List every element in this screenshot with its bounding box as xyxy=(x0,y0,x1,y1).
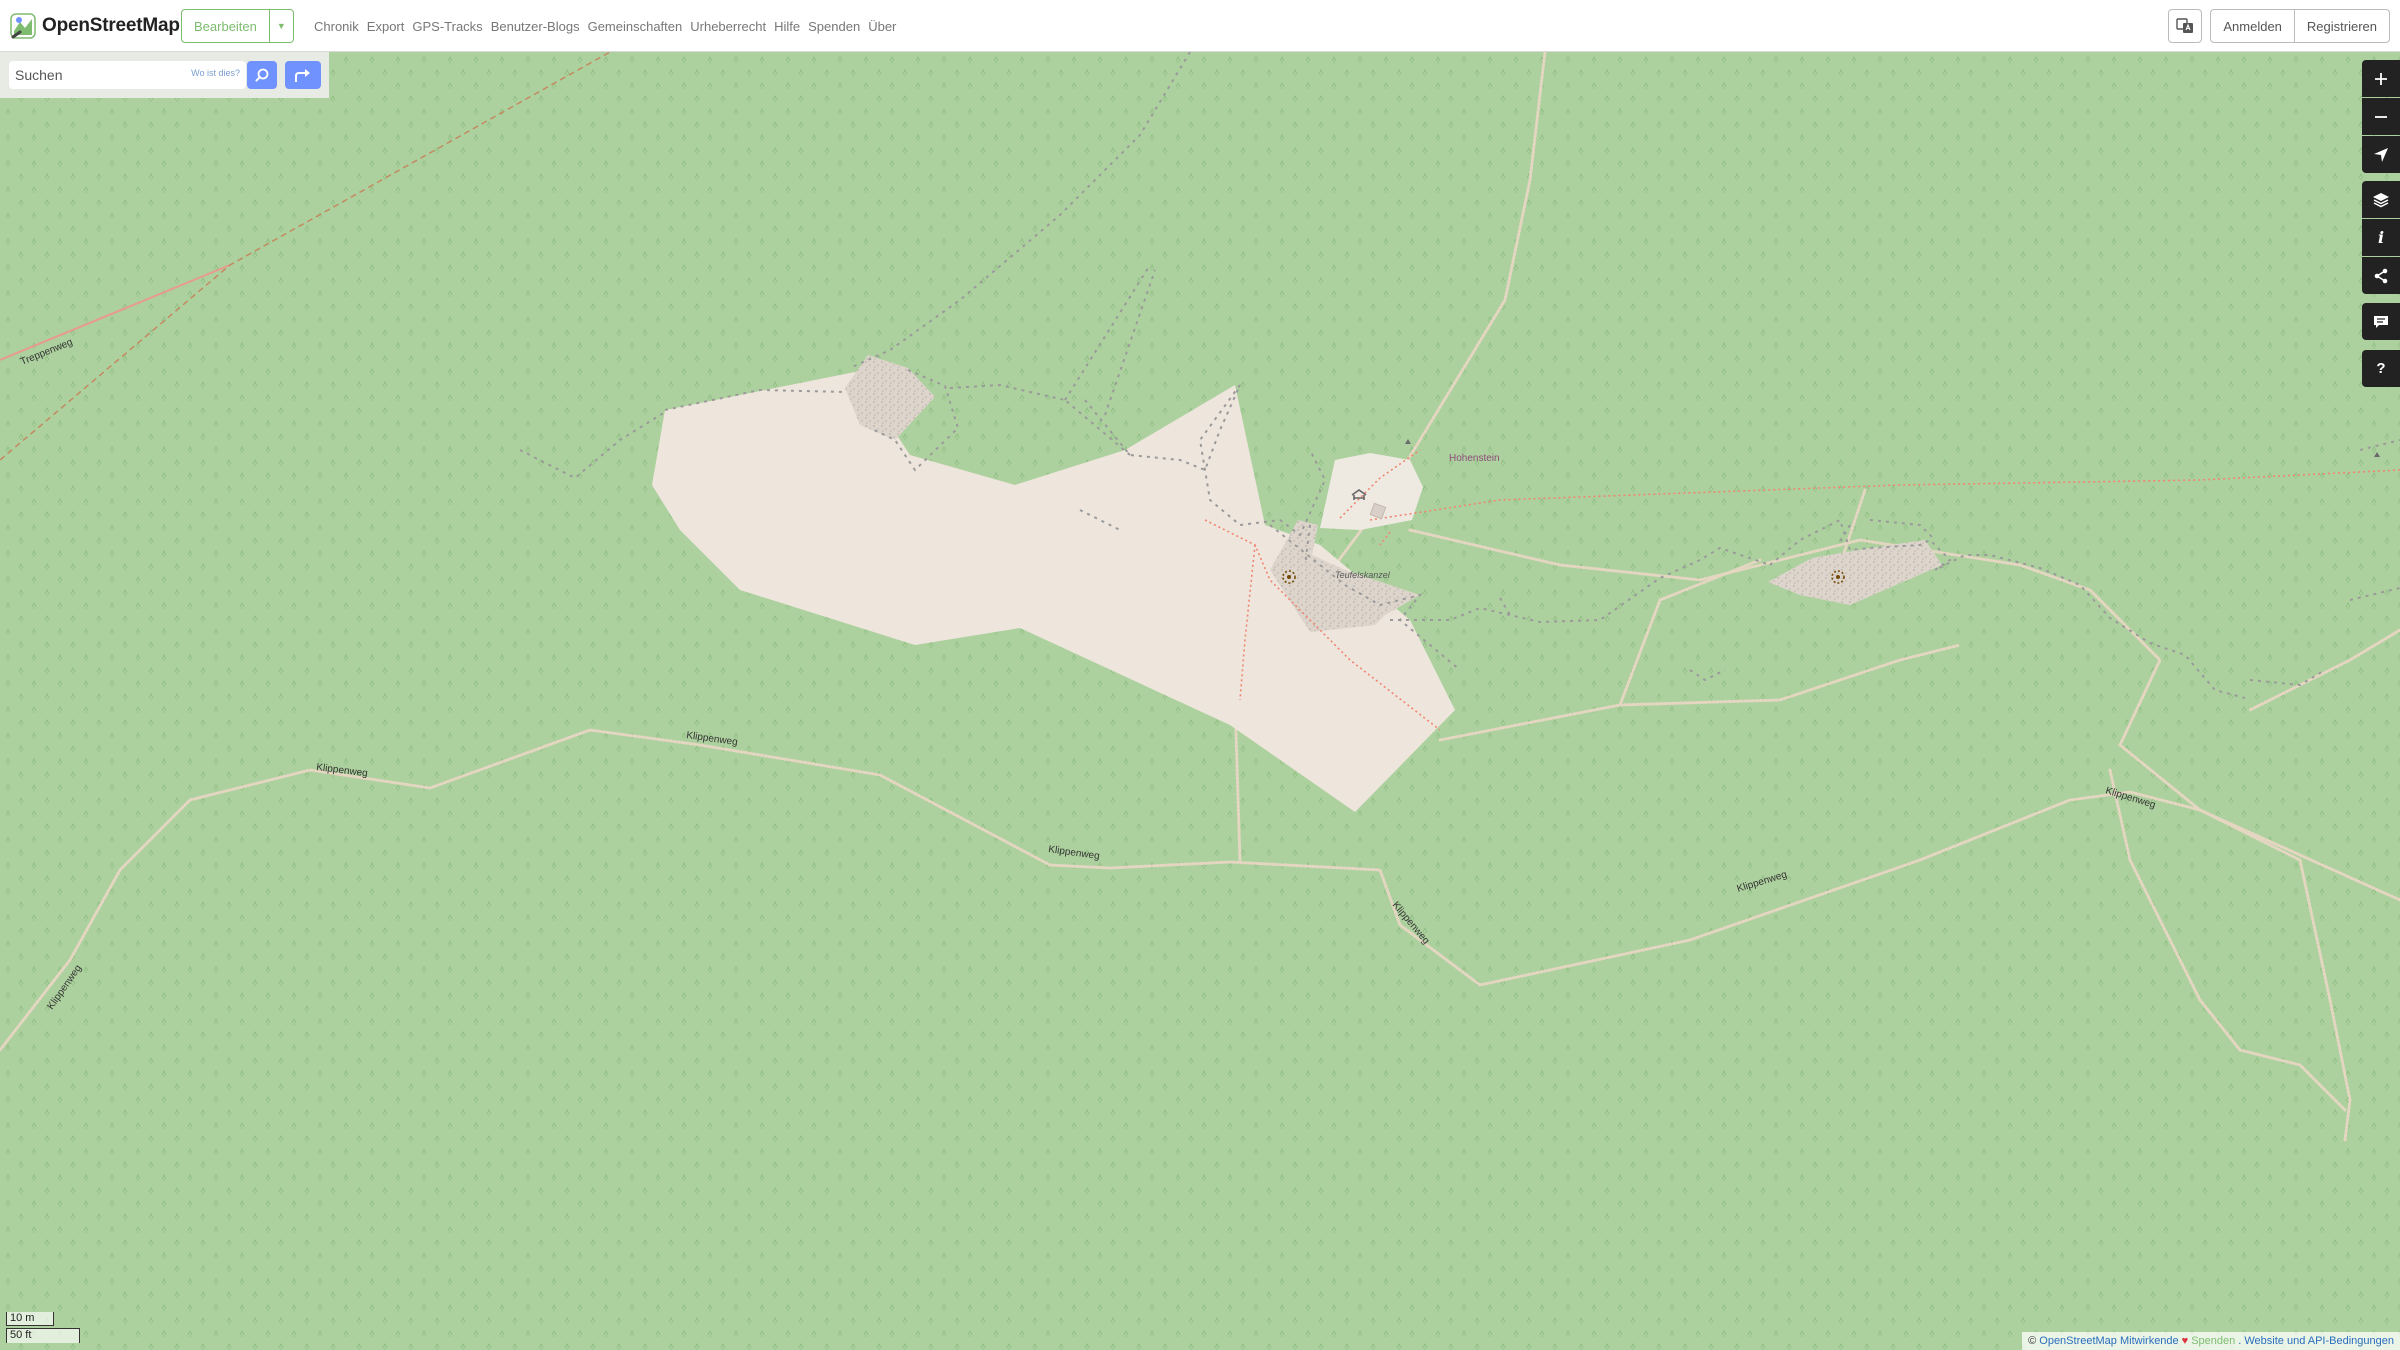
nav-help[interactable]: Hilfe xyxy=(774,19,800,34)
edit-button-group: Bearbeiten ▼ xyxy=(181,9,294,43)
map-key-button[interactable]: i xyxy=(2362,219,2400,256)
search-button[interactable] xyxy=(247,61,277,89)
share-icon xyxy=(2374,268,2388,283)
auth-buttons: Anmelden Registrieren xyxy=(2210,9,2390,43)
terms-link[interactable]: . Website und API-Bedingungen xyxy=(2238,1335,2394,1347)
main-nav: Chronik Export GPS-Tracks Benutzer-Blogs… xyxy=(314,0,896,52)
chevron-down-icon: ▼ xyxy=(276,21,286,31)
scale-metric: 10 m xyxy=(6,1312,54,1326)
search-input[interactable] xyxy=(9,61,184,89)
osm-logo-icon xyxy=(10,13,36,39)
directions-button[interactable] xyxy=(285,61,321,89)
heart-icon: ♥ xyxy=(2181,1335,2189,1347)
add-note-button[interactable] xyxy=(2362,303,2400,340)
layers-button[interactable] xyxy=(2362,181,2400,218)
copyright-symbol: © xyxy=(2028,1335,2037,1347)
note-icon xyxy=(2374,315,2388,328)
query-features-button[interactable]: ? xyxy=(2362,350,2400,387)
search-panel: Wo ist dies? xyxy=(0,52,329,98)
search-icon xyxy=(255,68,269,82)
edit-button[interactable]: Bearbeiten xyxy=(181,9,270,43)
place-label-teufelskanzel: Teufelskanzel xyxy=(1335,570,1391,580)
locate-button[interactable] xyxy=(2362,136,2400,173)
nav-communities[interactable]: Gemeinschaften xyxy=(588,19,683,34)
contributors-link[interactable]: OpenStreetMap Mitwirkende xyxy=(2039,1335,2178,1347)
help-icon: ? xyxy=(2376,360,2386,377)
nav-gps-traces[interactable]: GPS-Tracks xyxy=(412,19,482,34)
header-right-tools: Anmelden Registrieren xyxy=(2168,9,2390,43)
where-is-this-link[interactable]: Wo ist dies? xyxy=(191,68,240,78)
nav-history[interactable]: Chronik xyxy=(314,19,359,34)
edit-dropdown-toggle[interactable]: ▼ xyxy=(269,9,294,43)
place-label-hohenstein: Hohenstein xyxy=(1449,453,1500,464)
site-header: OpenStreetMap Bearbeiten ▼ Chronik Expor… xyxy=(0,0,2400,52)
zoom-in-button[interactable] xyxy=(2362,60,2400,97)
language-button[interactable] xyxy=(2168,9,2203,43)
nav-export[interactable]: Export xyxy=(367,19,405,34)
scale-imperial: 50 ft xyxy=(6,1328,80,1343)
nav-copyright[interactable]: Urheberrecht xyxy=(690,19,766,34)
nav-user-diaries[interactable]: Benutzer-Blogs xyxy=(491,19,580,34)
share-button[interactable] xyxy=(2362,257,2400,294)
login-button[interactable]: Anmelden xyxy=(2210,9,2295,43)
zoom-out-icon xyxy=(2375,115,2387,118)
search-box: Wo ist dies? xyxy=(9,61,246,89)
directions-icon xyxy=(295,69,310,82)
nav-about[interactable]: Über xyxy=(868,19,896,34)
clearing-area xyxy=(1320,453,1423,530)
layers-icon xyxy=(2373,192,2389,207)
zoom-out-button[interactable] xyxy=(2362,98,2400,135)
site-title: OpenStreetMap xyxy=(42,15,180,36)
map-canvas[interactable]: Treppenweg Hohenstein Teufelskanzel Klip… xyxy=(0,52,2400,1350)
translate-icon xyxy=(2176,18,2194,33)
zoom-in-icon xyxy=(2375,72,2387,85)
nav-donate[interactable]: Spenden xyxy=(808,19,860,34)
info-icon: i xyxy=(2377,228,2385,247)
attribution: © OpenStreetMap Mitwirkende ♥ Spenden . … xyxy=(2022,1332,2400,1350)
signup-button[interactable]: Registrieren xyxy=(2294,9,2390,43)
osm-logo-link[interactable]: OpenStreetMap xyxy=(10,12,180,40)
locate-icon xyxy=(2374,147,2388,162)
donate-link[interactable]: Spenden xyxy=(2191,1335,2235,1347)
